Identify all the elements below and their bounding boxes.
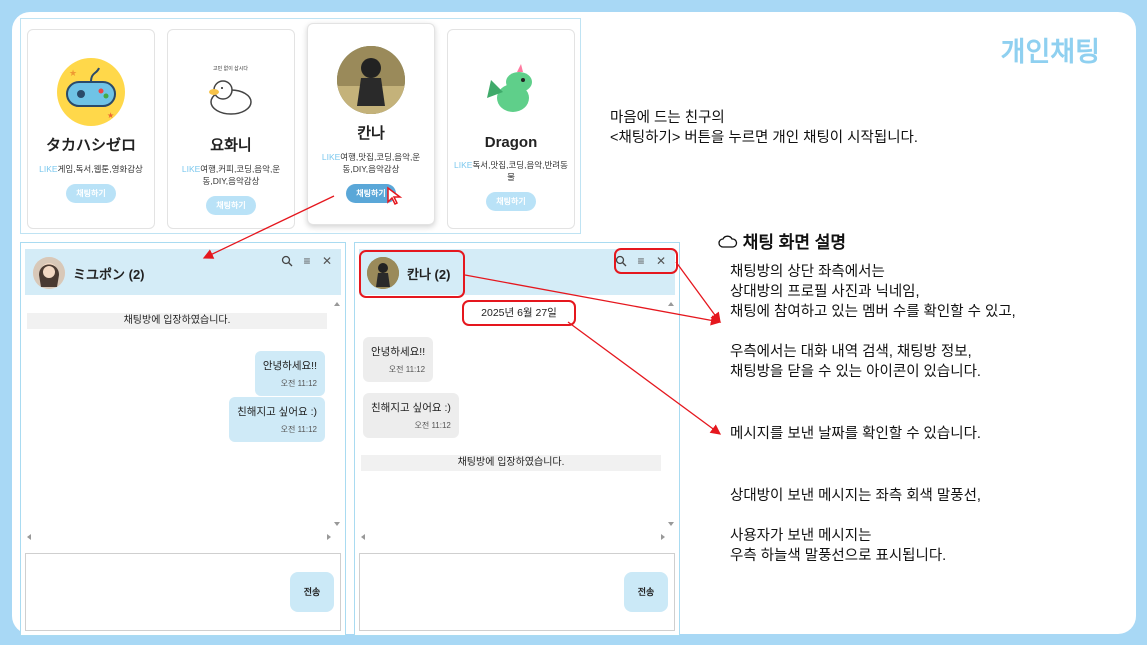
annotation-arrows — [202, 195, 722, 435]
slide: 개인채팅 ★ ★ タカハシゼロ LIKE게임,독서,웹툰,영화감상 채팅하기 고민… — [12, 12, 1136, 636]
